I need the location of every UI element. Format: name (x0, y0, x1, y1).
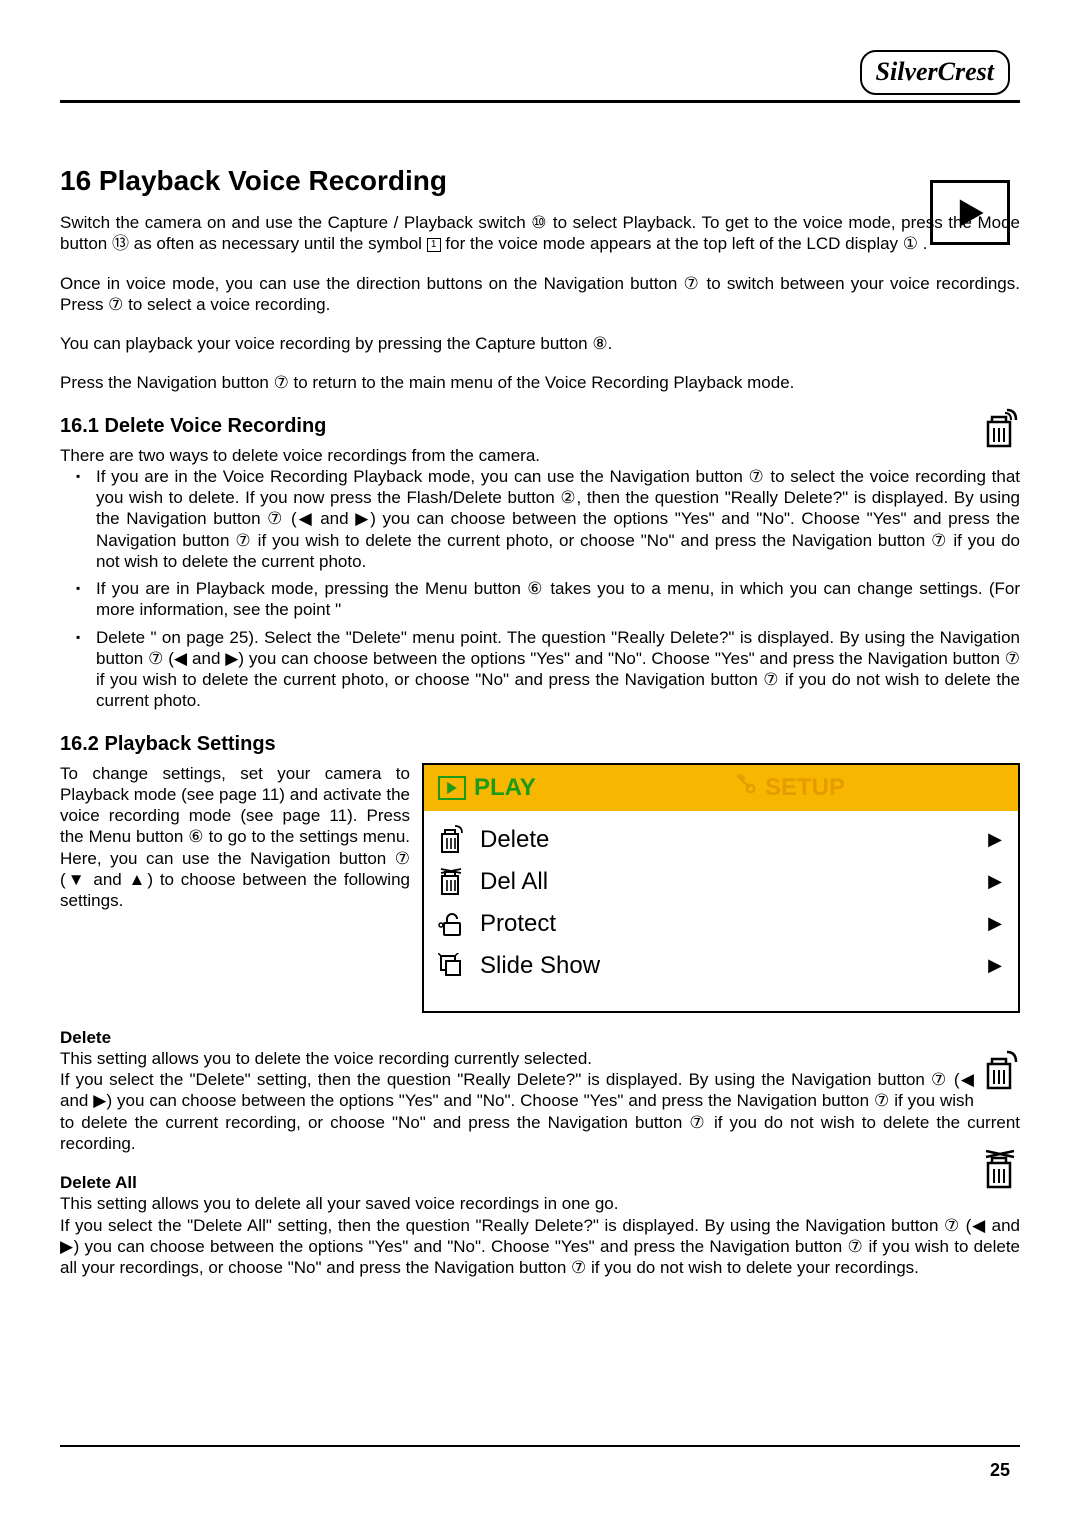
playback-mode-icon (930, 180, 1010, 245)
menu-label: Protect (480, 909, 976, 939)
intro-paragraph-3: You can playback your voice recording by… (60, 333, 1020, 354)
delete-all-setting-icon (982, 1149, 1020, 1196)
menu-item-slide-show[interactable]: Slide Show ▶ (430, 945, 1006, 987)
tab-setup-label: SETUP (765, 773, 845, 803)
voice-mode-symbol: 1 (427, 238, 441, 252)
play-triangle-icon (953, 196, 987, 230)
protect-icon (434, 911, 468, 937)
section-heading: 16 Playback Voice Recording (60, 163, 1020, 198)
chevron-right-icon: ▶ (988, 828, 1002, 851)
ref-1: ① (903, 234, 918, 253)
chevron-right-icon: ▶ (988, 870, 1002, 893)
delete-setting-icon (982, 1050, 1020, 1097)
tab-play[interactable]: PLAY (424, 773, 721, 803)
chevron-right-icon: ▶ (988, 954, 1002, 977)
page-number: 25 (990, 1459, 1010, 1482)
list-item: If you are in Playback mode, pressing th… (96, 578, 1020, 621)
brand-logo: SilverCrest (860, 50, 1010, 95)
delete-setting-heading: Delete (60, 1027, 1020, 1048)
setup-tab-icon (735, 773, 757, 803)
menu-item-del-all[interactable]: Del All ▶ (430, 861, 1006, 903)
menu-item-delete[interactable]: Delete ▶ (430, 819, 1006, 861)
menu-label: Delete (480, 825, 976, 855)
intro-paragraph-2: Once in voice mode, you can use the dire… (60, 273, 1020, 316)
slide-show-icon (434, 953, 468, 979)
tab-play-label: PLAY (474, 773, 536, 803)
delete-all-text-1: This setting allows you to delete all yo… (60, 1193, 1020, 1214)
menu-item-protect[interactable]: Protect ▶ (430, 903, 1006, 945)
list-item: Delete " on page 25). Select the "Delete… (96, 627, 1020, 712)
delete-intro: There are two ways to delete voice recor… (60, 445, 1020, 466)
t: Switch the camera on and use the Capture… (60, 213, 531, 232)
ref-10: ⑩ (531, 213, 547, 232)
chevron-right-icon: ▶ (988, 912, 1002, 935)
menu-label: Del All (480, 867, 976, 897)
ref-13: ⑬ (112, 234, 129, 253)
playback-settings-text: To change settings, set your camera to P… (60, 763, 410, 912)
delete-icon (434, 825, 468, 855)
footer-divider (60, 1445, 1020, 1447)
subsection-playback-settings: 16.2 Playback Settings (60, 732, 1020, 757)
voice-delete-icon (982, 408, 1020, 455)
list-item: If you are in the Voice Recording Playba… (96, 466, 1020, 572)
delete-all-heading: Delete All (60, 1172, 1020, 1193)
menu-body: Delete ▶ Del All ▶ Protect ▶ Slide Show … (424, 811, 1018, 1011)
intro-paragraph-1: Switch the camera on and use the Capture… (60, 212, 1020, 255)
delete-all-text-2: If you select the "Delete All" setting, … (60, 1215, 1020, 1279)
t: as often as necessary until the symbol (134, 234, 427, 253)
delete-setting-text-2: If you select the "Delete" setting, then… (60, 1069, 1020, 1154)
menu-label: Slide Show (480, 951, 976, 981)
delete-methods-list: If you are in the Voice Recording Playba… (60, 466, 1020, 712)
subsection-delete-voice: 16.1 Delete Voice Recording (60, 414, 1020, 439)
top-divider (60, 100, 1020, 103)
t: for the voice mode appears at the top le… (445, 234, 902, 253)
play-tab-icon (438, 776, 466, 800)
tab-setup[interactable]: SETUP (721, 773, 1018, 803)
delete-setting-text-1: This setting allows you to delete the vo… (60, 1048, 1020, 1069)
menu-tab-bar: PLAY SETUP (424, 765, 1018, 811)
intro-paragraph-4: Press the Navigation button ⑦ to return … (60, 372, 1020, 393)
delete-all-icon (434, 867, 468, 897)
t: . (923, 234, 928, 253)
camera-menu-screenshot: PLAY SETUP Delete ▶ Del All ▶ (422, 763, 1020, 1013)
